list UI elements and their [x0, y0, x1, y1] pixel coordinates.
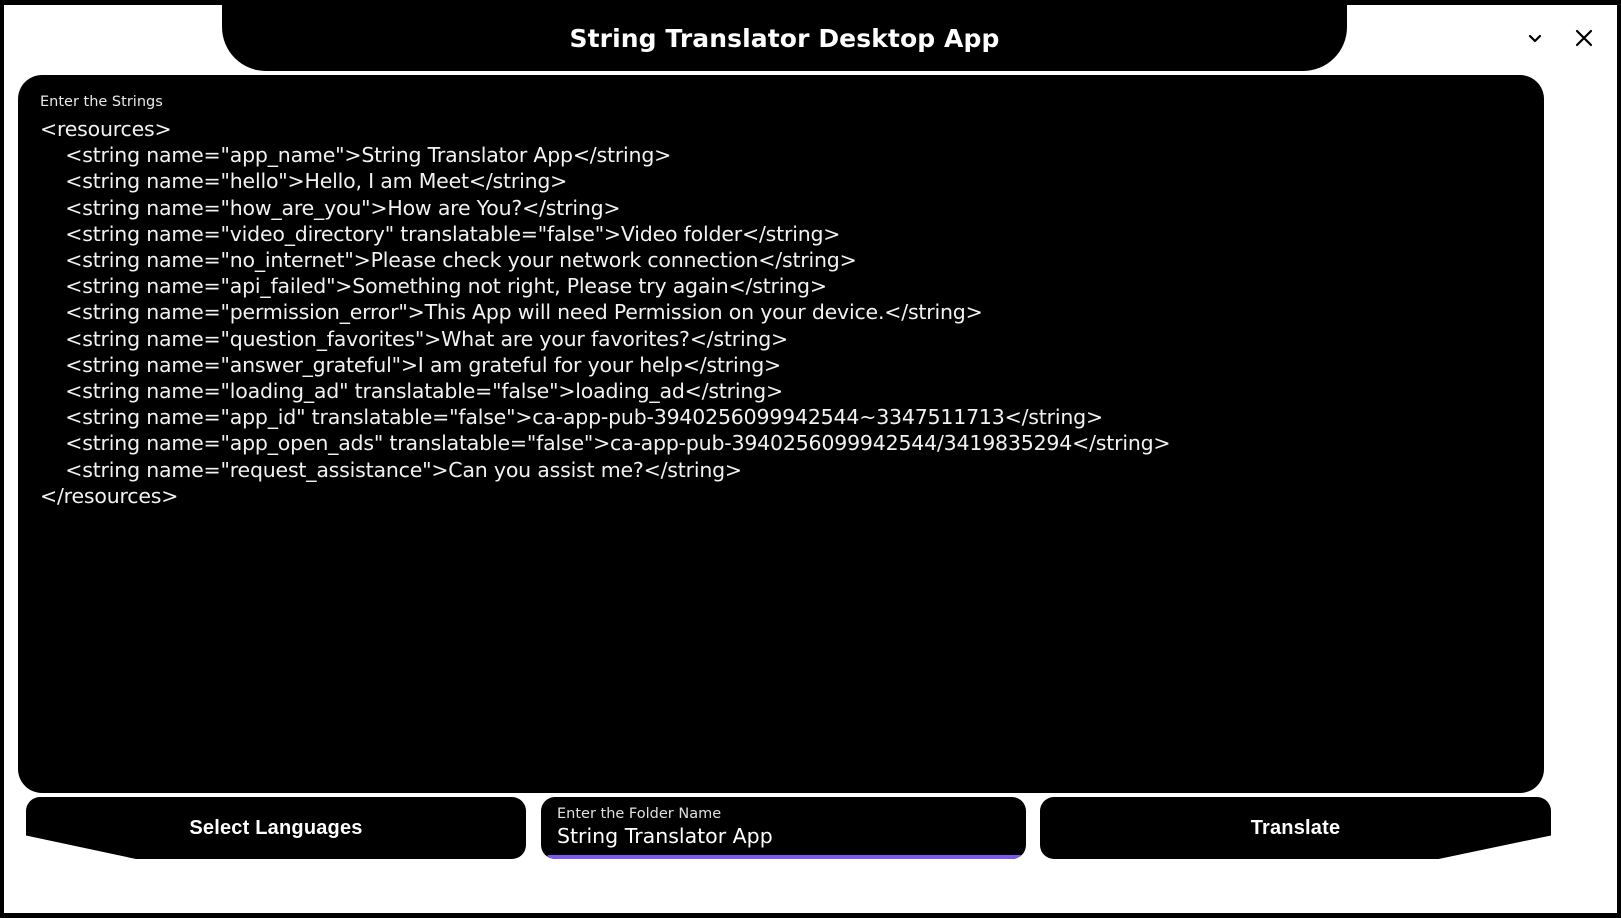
page-title: String Translator Desktop App: [569, 23, 1000, 53]
select-languages-button[interactable]: Select Languages: [26, 797, 526, 859]
chevron-down-icon: [1525, 28, 1545, 48]
folder-name-value[interactable]: String Translator App: [557, 823, 1010, 850]
strings-input-content[interactable]: <resources> <string name="app_name">Stri…: [40, 116, 1522, 509]
folder-name-underline: [547, 855, 1026, 859]
strings-input-area[interactable]: Enter the Strings <resources> <string na…: [18, 75, 1544, 793]
minimize-button[interactable]: [1520, 23, 1550, 53]
folder-name-label: Enter the Folder Name: [557, 806, 722, 822]
close-button[interactable]: [1569, 23, 1599, 53]
app-window: String Translator Desktop App Enter the …: [0, 0, 1621, 918]
translate-button[interactable]: Translate: [1040, 797, 1551, 859]
footer-bar: Select Languages Enter the Folder Name S…: [4, 790, 1617, 908]
title-bar: String Translator Desktop App: [222, 5, 1347, 71]
close-icon: [1573, 27, 1595, 49]
window-controls: [1520, 23, 1599, 53]
folder-name-input[interactable]: Enter the Folder Name String Translator …: [541, 797, 1026, 859]
strings-input-label: Enter the Strings: [40, 94, 163, 110]
